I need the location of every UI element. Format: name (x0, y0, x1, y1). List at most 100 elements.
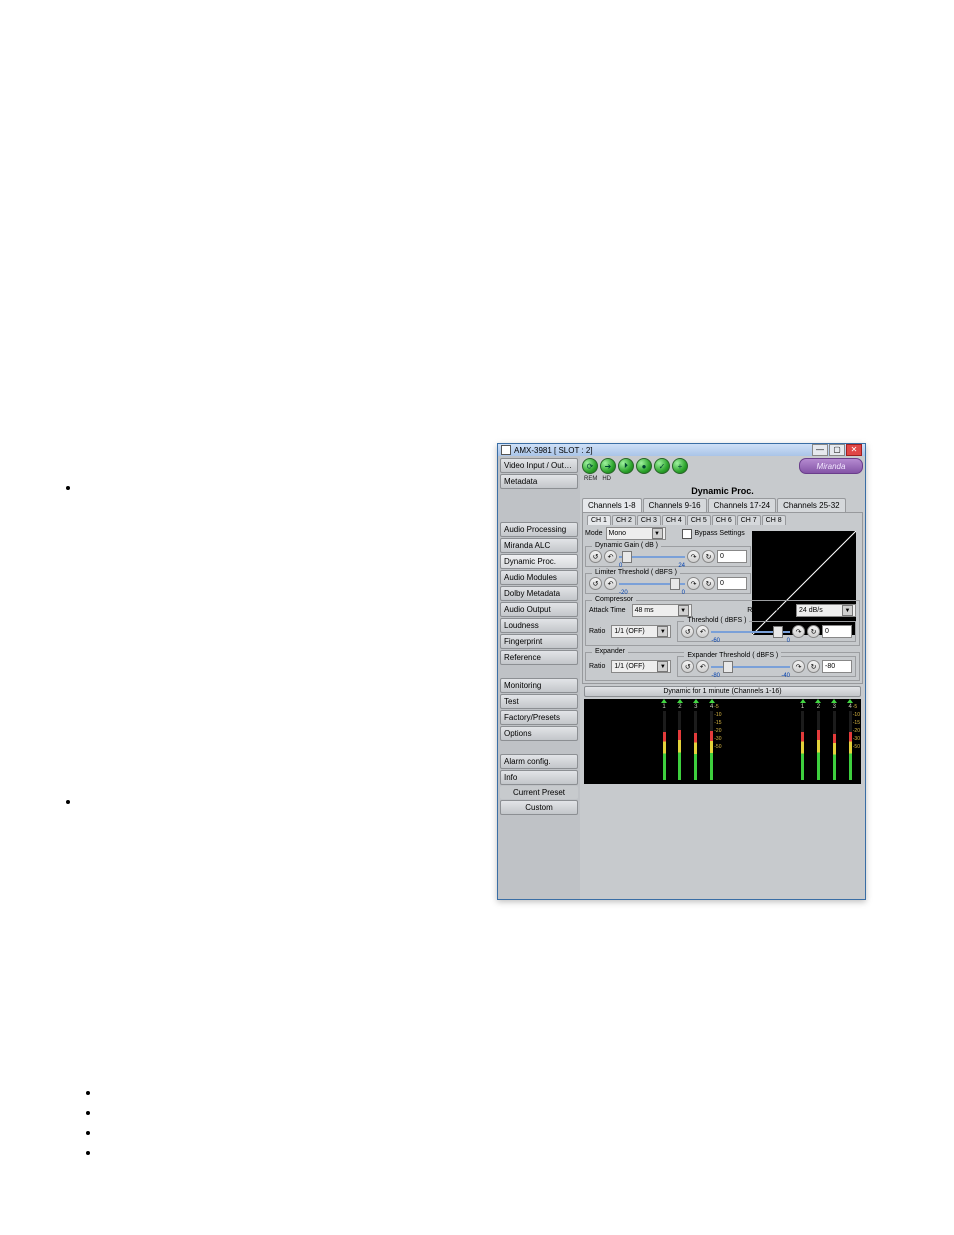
attack-time-select[interactable]: 48 ms ▼ (632, 604, 692, 617)
sidebar-item-test[interactable]: Test (500, 694, 578, 709)
channel-tabs: CH 1CH 2CH 3CH 4CH 5CH 6CH 7CH 8 (585, 515, 860, 525)
titlebar[interactable]: AMX-3981 [ SLOT : 2] — ▢ ✕ (498, 444, 865, 456)
compressor-threshold-slider[interactable]: -60 0 (711, 627, 790, 637)
comp-th-up-button[interactable]: ↷ (792, 625, 805, 638)
current-preset-label: Current Preset (500, 786, 578, 799)
release-time-select[interactable]: 24 dB/s ▼ (796, 604, 856, 617)
meter-1-3: 3 (693, 699, 699, 784)
limiter-fast-down-button[interactable]: ↺ (589, 577, 602, 590)
expander-threshold-value[interactable]: -80 (822, 660, 852, 673)
sidebar-item-fingerprint[interactable]: Fingerprint▸ (500, 634, 578, 649)
sidebar-item-miranda-alc[interactable]: Miranda ALC (500, 538, 578, 553)
sidebar-item-metadata[interactable]: Metadata (500, 474, 578, 489)
tool-icon-1[interactable]: ⟳ (582, 458, 598, 474)
limiter-fieldset: Limiter Threshold ( dBFS ) ↺ ↶ -20 0 ↷ ↻… (585, 573, 751, 594)
meter-1-1: 1 (661, 699, 667, 784)
sidebar-item-audio-output[interactable]: Audio Output (500, 602, 578, 617)
toolbar: ⟳ ➔ ⏵ ● ✓ + Miranda (580, 456, 865, 476)
tab-channels-1-8[interactable]: Channels 1-8 (582, 498, 642, 512)
main-panel: ⟳ ➔ ⏵ ● ✓ + Miranda REM HD Dynamic Proc.… (580, 456, 865, 899)
tab-ch-3[interactable]: CH 3 (637, 515, 661, 525)
channel-group-tabs: Channels 1-8Channels 9-16Channels 17-24C… (580, 498, 865, 512)
dynamic-gain-fieldset: Dynamic Gain ( dB ) ↺ ↶ 0 24 ↷ ↻ 0 (585, 546, 751, 567)
sidebar-item-dolby-metadata[interactable]: Dolby Metadata (500, 586, 578, 601)
compressor-fieldset: Compressor Attack Time 48 ms ▼ Release T… (585, 600, 860, 646)
sidebar-item-video-input-output[interactable]: Video Input / Output (500, 458, 578, 473)
bypass-label: Bypass Settings (695, 530, 745, 537)
status-hd: HD (602, 476, 611, 484)
current-preset-value[interactable]: Custom (500, 800, 578, 815)
sidebar-item-dynamic-proc-[interactable]: Dynamic Proc. (500, 554, 578, 569)
tool-icon-2[interactable]: ➔ (600, 458, 616, 474)
sidebar-item-loudness[interactable]: Loudness (500, 618, 578, 633)
sidebar-item-audio-processing[interactable]: Audio Processing (500, 522, 578, 537)
tool-icon-6[interactable]: + (672, 458, 688, 474)
sidebar-item-reference[interactable]: Reference (500, 650, 578, 665)
maximize-button[interactable]: ▢ (829, 444, 845, 456)
exp-th-fast-down-button[interactable]: ↺ (681, 660, 694, 673)
meters-display: 1234-5-10-15-20-30-50 1234-5-10-15-20-30… (584, 699, 861, 784)
compressor-ratio-select[interactable]: 1/1 (OFF) ▼ (611, 625, 671, 638)
limiter-fast-up-button[interactable]: ↻ (702, 577, 715, 590)
tab-ch-8[interactable]: CH 8 (762, 515, 786, 525)
mode-label: Mode (585, 530, 603, 537)
sidebar-item-options[interactable]: Options (500, 726, 578, 741)
limiter-value[interactable]: 0 (717, 577, 747, 590)
tab-channels-25-32[interactable]: Channels 25-32 (777, 498, 845, 512)
comp-th-fast-up-button[interactable]: ↻ (807, 625, 820, 638)
tab-ch-6[interactable]: CH 6 (712, 515, 736, 525)
tab-ch-2[interactable]: CH 2 (612, 515, 636, 525)
meter-2-2: 2 (815, 699, 821, 784)
tab-ch-7[interactable]: CH 7 (737, 515, 761, 525)
mode-select[interactable]: Mono ▼ (606, 527, 666, 540)
gain-slider[interactable]: 0 24 (619, 552, 685, 562)
comp-th-down-button[interactable]: ↶ (696, 625, 709, 638)
sidebar-item-monitoring[interactable]: Monitoring (500, 678, 578, 693)
dropdown-icon: ▼ (678, 605, 689, 616)
meter-2-1: 1 (800, 699, 806, 784)
sidebar: Video Input / OutputMetadata Audio Proces… (498, 456, 580, 899)
dropdown-icon: ▼ (657, 661, 668, 672)
bypass-checkbox[interactable] (682, 529, 692, 539)
exp-th-down-button[interactable]: ↶ (696, 660, 709, 673)
sidebar-item-factory-presets[interactable]: Factory/Presets (500, 710, 578, 725)
close-button[interactable]: ✕ (846, 444, 862, 456)
status-rem: REM (584, 476, 597, 484)
tab-ch-4[interactable]: CH 4 (662, 515, 686, 525)
minimize-button[interactable]: — (812, 444, 828, 456)
exp-th-up-button[interactable]: ↷ (792, 660, 805, 673)
gain-fast-up-button[interactable]: ↻ (702, 550, 715, 563)
gain-down-button[interactable]: ↶ (604, 550, 617, 563)
tab-channels-9-16[interactable]: Channels 9-16 (643, 498, 707, 512)
app-icon (501, 445, 511, 455)
sidebar-item-info[interactable]: Info (500, 770, 578, 785)
limiter-down-button[interactable]: ↶ (604, 577, 617, 590)
exp-th-fast-up-button[interactable]: ↻ (807, 660, 820, 673)
window-title: AMX-3981 [ SLOT : 2] (514, 446, 812, 455)
limiter-slider[interactable]: -20 0 (619, 579, 685, 589)
compressor-threshold-fieldset: Threshold ( dBFS ) ↺ ↶ -60 0 (677, 621, 856, 642)
expander-threshold-slider[interactable]: -80 -40 (711, 662, 790, 672)
gain-value[interactable]: 0 (717, 550, 747, 563)
tab-ch-1[interactable]: CH 1 (587, 515, 611, 525)
dynamic-one-minute-button[interactable]: Dynamic for 1 minute (Channels 1-16) (584, 686, 861, 697)
gain-fast-down-button[interactable]: ↺ (589, 550, 602, 563)
expander-threshold-fieldset: Expander Threshold ( dBFS ) ↺ ↶ -80 -40 (677, 656, 856, 677)
dropdown-icon: ▼ (652, 528, 663, 539)
comp-th-fast-down-button[interactable]: ↺ (681, 625, 694, 638)
sidebar-item-alarm-config-[interactable]: Alarm config. (500, 754, 578, 769)
doc-bullets-top (50, 480, 80, 824)
tool-icon-5[interactable]: ✓ (654, 458, 670, 474)
tool-icon-3[interactable]: ⏵ (618, 458, 634, 474)
limiter-up-button[interactable]: ↷ (687, 577, 700, 590)
tab-ch-5[interactable]: CH 5 (687, 515, 711, 525)
dropdown-icon: ▼ (842, 605, 853, 616)
sidebar-item-audio-modules[interactable]: Audio Modules (500, 570, 578, 585)
meter-1-2: 2 (677, 699, 683, 784)
expander-ratio-select[interactable]: 1/1 (OFF) ▼ (611, 660, 671, 673)
gain-up-button[interactable]: ↷ (687, 550, 700, 563)
compressor-threshold-value[interactable]: 0 (822, 625, 852, 638)
tool-icon-4[interactable]: ● (636, 458, 652, 474)
brand-logo: Miranda (799, 458, 863, 474)
tab-channels-17-24[interactable]: Channels 17-24 (708, 498, 776, 512)
